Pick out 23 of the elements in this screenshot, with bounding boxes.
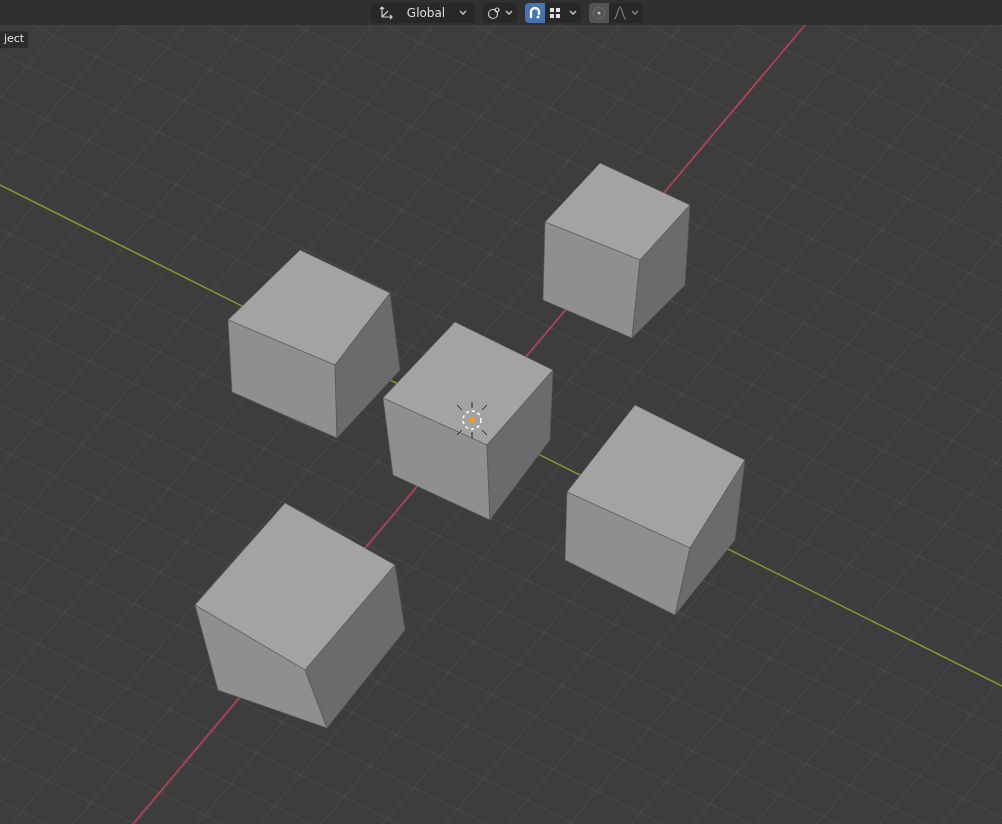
axes-icon — [379, 5, 393, 20]
mode-label: ject — [0, 31, 29, 48]
orientation-dropdown[interactable]: Global — [371, 2, 475, 23]
pivot-dropdown[interactable] — [483, 2, 517, 23]
chevron-icon — [459, 9, 467, 16]
cube-drawing[interactable] — [227, 249, 401, 439]
viewport[interactable]: ject — [0, 25, 1002, 824]
chevron-icon — [569, 9, 577, 16]
curve-icon — [613, 5, 627, 20]
chevron-icon — [505, 9, 513, 16]
chevron-icon — [631, 9, 639, 16]
cube-drawing[interactable] — [382, 321, 554, 521]
magnet-icon — [528, 5, 542, 20]
proportional-editing-toggle[interactable] — [589, 2, 609, 23]
orientation-label: Global — [405, 4, 447, 22]
cube-drawing[interactable] — [194, 502, 406, 729]
target-icon — [592, 5, 606, 20]
grid-icon — [549, 6, 561, 19]
cube-drawing[interactable] — [564, 404, 746, 616]
cube-drawing[interactable] — [542, 162, 691, 339]
pivot-icon — [487, 5, 501, 20]
snap-toggle[interactable] — [525, 2, 545, 23]
3d-cursor-icon — [456, 401, 488, 439]
